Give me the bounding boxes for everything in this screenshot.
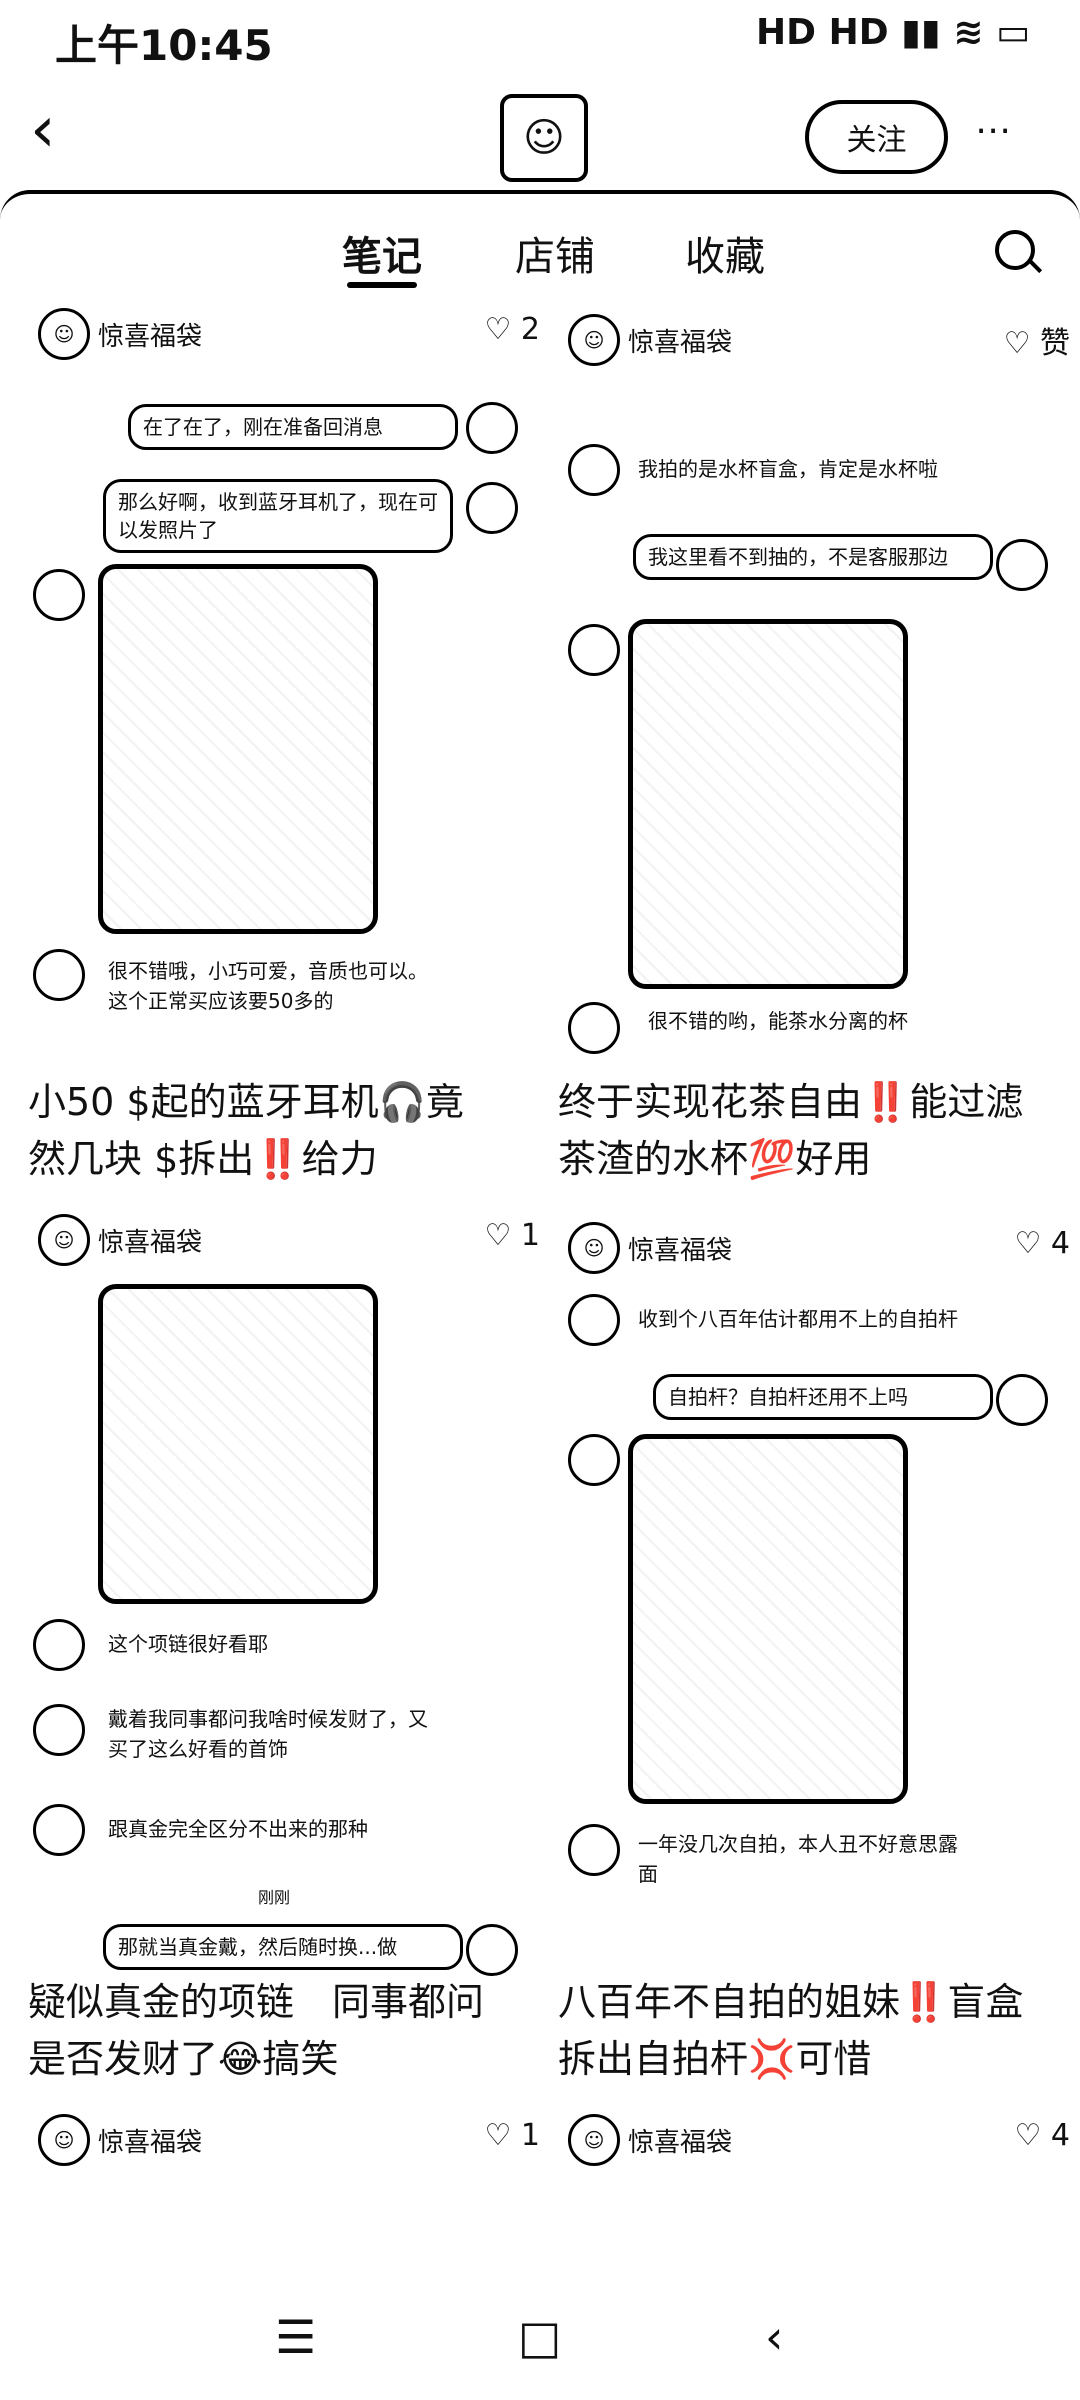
comment-text: 这个项链很好看耶 xyxy=(108,1632,268,1656)
card-author-row[interactable]: ☺ 惊喜福袋 ♡ 4 xyxy=(558,2114,1078,2168)
chat-bubble: 我这里看不到抽的，不是客服那边 xyxy=(633,534,993,580)
status-icons: HD HD ▮▮ ≋ ▭ xyxy=(756,12,1030,53)
like-count[interactable]: ♡ 4 xyxy=(1014,1226,1070,1261)
author-name: 惊喜福袋 xyxy=(98,2128,203,2158)
timestamp: 刚刚 xyxy=(258,1888,291,1907)
chat-avatar xyxy=(996,539,1048,591)
avatar: ☺ xyxy=(568,1222,620,1274)
chat-avatar xyxy=(466,482,518,534)
note-title[interactable]: 终于实现花茶自由‼️能过滤茶渣的水杯💯好用 xyxy=(558,1074,1028,1188)
card-author-row[interactable]: ☺ 惊喜福袋 ♡ 4 xyxy=(558,1222,1078,1276)
back-nav-icon[interactable]: ‹ xyxy=(765,2310,783,2364)
chat-avatar xyxy=(568,1002,620,1054)
chat-avatar xyxy=(568,1434,620,1486)
chat-avatar xyxy=(568,1294,620,1346)
avatar: ☺ xyxy=(568,2114,620,2166)
comment-text: 戴着我同事都问我啥时候发财了，又买了这么好看的首饰 xyxy=(108,1707,428,1761)
more-icon[interactable]: ⋯ xyxy=(975,110,1013,151)
card-author-row[interactable]: ☺ 惊喜福袋 ♡ 1 xyxy=(28,1214,548,1268)
note-card[interactable]: 这个项链很好看耶 戴着我同事都问我啥时候发财了，又买了这么好看的首饰 跟真金完全… xyxy=(28,1284,548,2184)
note-photo[interactable] xyxy=(98,1284,378,1604)
chat-avatar xyxy=(466,402,518,454)
note-photo[interactable] xyxy=(98,564,378,934)
note-card[interactable]: 在了在了，刚在准备回消息 那么好啊，收到蓝牙耳机了，现在可以发照片了 很不错哦，… xyxy=(28,384,548,1266)
chat-avatar xyxy=(33,949,85,1001)
like-count[interactable]: ♡ 1 xyxy=(484,1218,540,1253)
chat-avatar xyxy=(33,1804,85,1856)
tab-favorites[interactable]: 收藏 xyxy=(685,224,765,282)
chat-bubble: 那么好啊，收到蓝牙耳机了，现在可以发照片了 xyxy=(103,479,453,553)
author-name: 惊喜福袋 xyxy=(628,1236,733,1266)
comment-text: 很不错的哟，能茶水分离的杯 xyxy=(648,1009,908,1033)
shop-avatar[interactable]: ☺ xyxy=(500,94,588,182)
comment-text: 一年没几次自拍，本人丑不好意思露面 xyxy=(638,1832,958,1886)
avatar: ☺ xyxy=(38,308,90,360)
chat-bubble: 在了在了，刚在准备回消息 xyxy=(128,404,458,450)
home-icon[interactable]: □ xyxy=(518,2310,561,2364)
note-card[interactable]: 我拍的是水杯盲盒，肯定是水杯啦 我这里看不到抽的，不是客服那边 很不错的哟，能茶… xyxy=(558,384,1078,1274)
avatar: ☺ xyxy=(38,1214,90,1266)
note-title[interactable]: 八百年不自拍的姐妹‼️盲盒拆出自拍杆💢可惜 xyxy=(558,1974,1028,2088)
comment-text: 收到个八百年估计都用不上的自拍杆 xyxy=(638,1307,958,1331)
chat-avatar xyxy=(568,624,620,676)
follow-button[interactable]: 关注 xyxy=(805,100,948,174)
chat-avatar xyxy=(33,1704,85,1756)
card-author-row[interactable]: ☺ 惊喜福袋 ♡ 2 xyxy=(28,308,548,362)
card-author-row[interactable]: ☺ 惊喜福袋 ♡ 赞 xyxy=(558,314,1078,368)
search-icon[interactable] xyxy=(995,230,1035,270)
menu-icon[interactable]: ☰ xyxy=(275,2310,316,2364)
avatar: ☺ xyxy=(38,2114,90,2166)
content-panel: 笔记 店铺 收藏 ☺ 惊喜福袋 ♡ 2 在了在了，刚在准备回消息 那么好啊，收到… xyxy=(0,190,1080,2334)
author-name: 惊喜福袋 xyxy=(98,1228,203,1258)
back-icon[interactable]: ‹ xyxy=(30,98,56,162)
like-count[interactable]: ♡ 2 xyxy=(484,312,540,347)
chat-avatar xyxy=(996,1374,1048,1426)
comment-text: 我拍的是水杯盲盒，肯定是水杯啦 xyxy=(638,457,938,481)
comment-text: 跟真金完全区分不出来的那种 xyxy=(108,1817,368,1841)
like-count[interactable]: ♡ 赞 xyxy=(1004,318,1070,362)
author-name: 惊喜福袋 xyxy=(98,322,203,352)
chat-avatar xyxy=(33,569,85,621)
tab-bar: 笔记 店铺 收藏 xyxy=(0,194,1080,294)
note-photo[interactable] xyxy=(628,619,908,989)
author-name: 惊喜福袋 xyxy=(628,328,733,358)
chat-avatar xyxy=(568,444,620,496)
like-count[interactable]: ♡ 4 xyxy=(1014,2118,1070,2153)
note-title[interactable]: 疑似真金的项链 同事都问是否发财了😂搞笑 xyxy=(28,1974,498,2088)
author-name: 惊喜福袋 xyxy=(628,2128,733,2158)
status-bar: 上午10:45 HD HD ▮▮ ≋ ▭ xyxy=(0,0,1080,80)
tab-store[interactable]: 店铺 xyxy=(515,224,595,282)
status-time: 上午10:45 xyxy=(55,21,273,70)
tab-notes[interactable]: 笔记 xyxy=(342,224,422,288)
chat-bubble: 自拍杆？自拍杆还用不上吗 xyxy=(653,1374,993,1420)
system-nav-bar: ☰ □ ‹ xyxy=(0,2270,1080,2400)
comment-text: 很不错哦，小巧可爱，音质也可以。这个正常买应该要50多的 xyxy=(108,959,428,1013)
note-photo[interactable] xyxy=(628,1434,908,1804)
note-title[interactable]: 小50 $起的蓝牙耳机🎧竟然几块 $拆出‼️给力 xyxy=(28,1074,498,1188)
like-count[interactable]: ♡ 1 xyxy=(484,2118,540,2153)
top-bar: ‹ ☺ 关注 ⋯ xyxy=(0,80,1080,190)
avatar: ☺ xyxy=(568,314,620,366)
chat-avatar xyxy=(466,1924,518,1976)
chat-avatar xyxy=(33,1619,85,1671)
chat-bubble: 那就当真金戴，然后随时换...做 xyxy=(103,1924,463,1970)
note-card[interactable]: 收到个八百年估计都用不上的自拍杆 自拍杆？自拍杆还用不上吗 一年没几次自拍，本人… xyxy=(558,1294,1078,2194)
chat-avatar xyxy=(568,1824,620,1876)
card-author-row[interactable]: ☺ 惊喜福袋 ♡ 1 xyxy=(28,2114,548,2168)
